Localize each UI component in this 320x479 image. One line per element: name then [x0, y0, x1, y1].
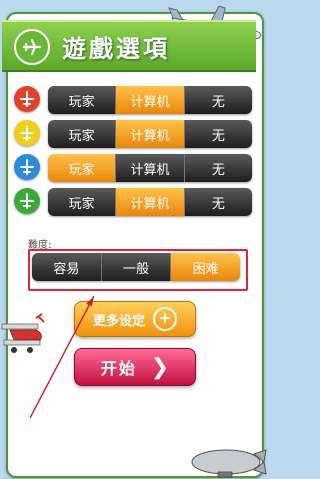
- player-type-selector: 玩家 计算机 无: [48, 86, 252, 114]
- player-row-blue: 玩家 计算机 无: [14, 154, 254, 182]
- player-type-selector: 玩家 计算机 无: [48, 188, 252, 216]
- option-computer[interactable]: 计算机: [116, 188, 185, 216]
- difficulty-hard[interactable]: 困难: [171, 253, 240, 281]
- option-player[interactable]: 玩家: [48, 86, 117, 114]
- difficulty-normal[interactable]: 一般: [101, 253, 172, 281]
- player-row-red: 玩家 计算机 无: [14, 86, 254, 114]
- option-none[interactable]: 无: [184, 86, 252, 114]
- airplane-icon: [14, 188, 40, 214]
- player-row-green: 玩家 计算机 无: [14, 188, 254, 216]
- player-type-selector: 玩家 计算机 无: [48, 120, 252, 148]
- option-none[interactable]: 无: [184, 120, 252, 148]
- header-bar: 遊戲選項: [2, 20, 256, 72]
- option-computer[interactable]: 计算机: [116, 86, 185, 114]
- decorative-biplane: [1, 313, 45, 353]
- plus-circle-icon: +: [153, 307, 177, 331]
- page-title: 遊戲選項: [62, 35, 170, 63]
- difficulty-easy[interactable]: 容易: [32, 253, 102, 281]
- more-settings-button[interactable]: 更多设定 +: [74, 301, 196, 337]
- option-player[interactable]: 玩家: [48, 154, 117, 182]
- player-type-selector: 玩家 计算机 无: [48, 154, 252, 182]
- airplane-icon: [14, 86, 40, 112]
- option-computer[interactable]: 计算机: [116, 154, 185, 182]
- option-computer[interactable]: 计算机: [116, 120, 185, 148]
- more-settings-label: 更多设定: [92, 313, 145, 329]
- option-player[interactable]: 玩家: [48, 120, 117, 148]
- chevron-right-icon: ❯: [150, 354, 170, 380]
- airplane-icon: [14, 29, 50, 65]
- start-label: 开始: [100, 359, 137, 378]
- airplane-icon: [14, 120, 40, 146]
- decorative-blimp: [191, 449, 267, 478]
- option-player[interactable]: 玩家: [48, 188, 117, 216]
- player-row-yellow: 玩家 计算机 无: [14, 120, 254, 148]
- start-button[interactable]: 开始 ❯: [74, 348, 196, 386]
- option-none[interactable]: 无: [184, 188, 252, 216]
- difficulty-selector: 容易 一般 困难: [32, 253, 240, 281]
- option-none[interactable]: 无: [184, 154, 252, 182]
- airplane-icon: [14, 154, 40, 180]
